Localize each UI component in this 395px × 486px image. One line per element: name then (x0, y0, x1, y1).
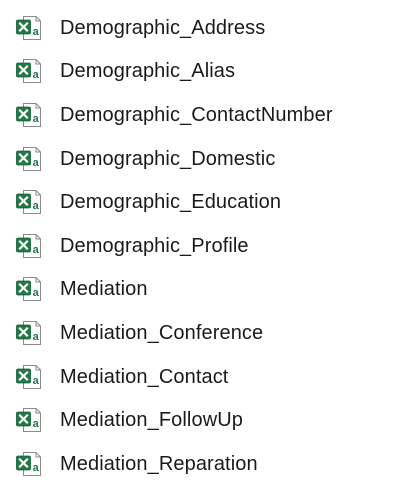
file-name: Mediation_Contact (60, 365, 229, 388)
file-item-mediation-reparation[interactable]: a Mediation_Reparation (0, 442, 395, 486)
excel-csv-icon: a (14, 56, 44, 86)
file-item-mediation-contact[interactable]: a Mediation_Contact (0, 355, 395, 399)
excel-csv-icon: a (14, 405, 44, 435)
file-item-mediation-followup[interactable]: a Mediation_FollowUp (0, 398, 395, 442)
excel-csv-icon: a (14, 449, 44, 479)
excel-csv-icon: a (14, 318, 44, 348)
svg-text:a: a (33, 244, 40, 256)
file-item-demographic-alias[interactable]: a Demographic_Alias (0, 50, 395, 94)
file-name: Demographic_Profile (60, 234, 249, 257)
svg-text:a: a (33, 418, 40, 430)
svg-text:a: a (33, 69, 40, 81)
svg-text:a: a (33, 375, 40, 387)
svg-text:a: a (33, 287, 40, 299)
file-item-demographic-education[interactable]: a Demographic_Education (0, 180, 395, 224)
file-name: Demographic_Education (60, 191, 282, 214)
excel-csv-icon: a (14, 144, 44, 174)
file-name: Mediation (60, 278, 148, 301)
svg-text:a: a (33, 113, 40, 125)
file-item-mediation-conference[interactable]: a Mediation_Conference (0, 311, 395, 355)
file-name: Demographic_Domestic (60, 147, 276, 170)
file-name: Mediation_FollowUp (60, 409, 244, 432)
file-item-demographic-domestic[interactable]: a Demographic_Domestic (0, 137, 395, 181)
file-item-mediation[interactable]: a Mediation (0, 268, 395, 312)
file-list: a Demographic_Address a Demographic_Alia… (0, 6, 395, 486)
excel-csv-icon: a (14, 231, 44, 261)
file-name: Mediation_Reparation (60, 452, 258, 475)
svg-text:a: a (33, 26, 40, 38)
excel-csv-icon: a (14, 13, 44, 43)
svg-text:a: a (33, 331, 40, 343)
excel-csv-icon: a (14, 187, 44, 217)
file-name: Demographic_Alias (60, 60, 236, 83)
file-item-demographic-address[interactable]: a Demographic_Address (0, 6, 395, 50)
file-name: Mediation_Conference (60, 321, 264, 344)
file-item-demographic-profile[interactable]: a Demographic_Profile (0, 224, 395, 268)
svg-text:a: a (33, 157, 40, 169)
file-name: Demographic_ContactNumber (60, 103, 333, 126)
file-name: Demographic_Address (60, 16, 266, 39)
excel-csv-icon: a (14, 274, 44, 304)
svg-text:a: a (33, 462, 40, 474)
excel-csv-icon: a (14, 362, 44, 392)
file-item-demographic-contactnumber[interactable]: a Demographic_ContactNumber (0, 93, 395, 137)
excel-csv-icon: a (14, 100, 44, 130)
svg-text:a: a (33, 200, 40, 212)
